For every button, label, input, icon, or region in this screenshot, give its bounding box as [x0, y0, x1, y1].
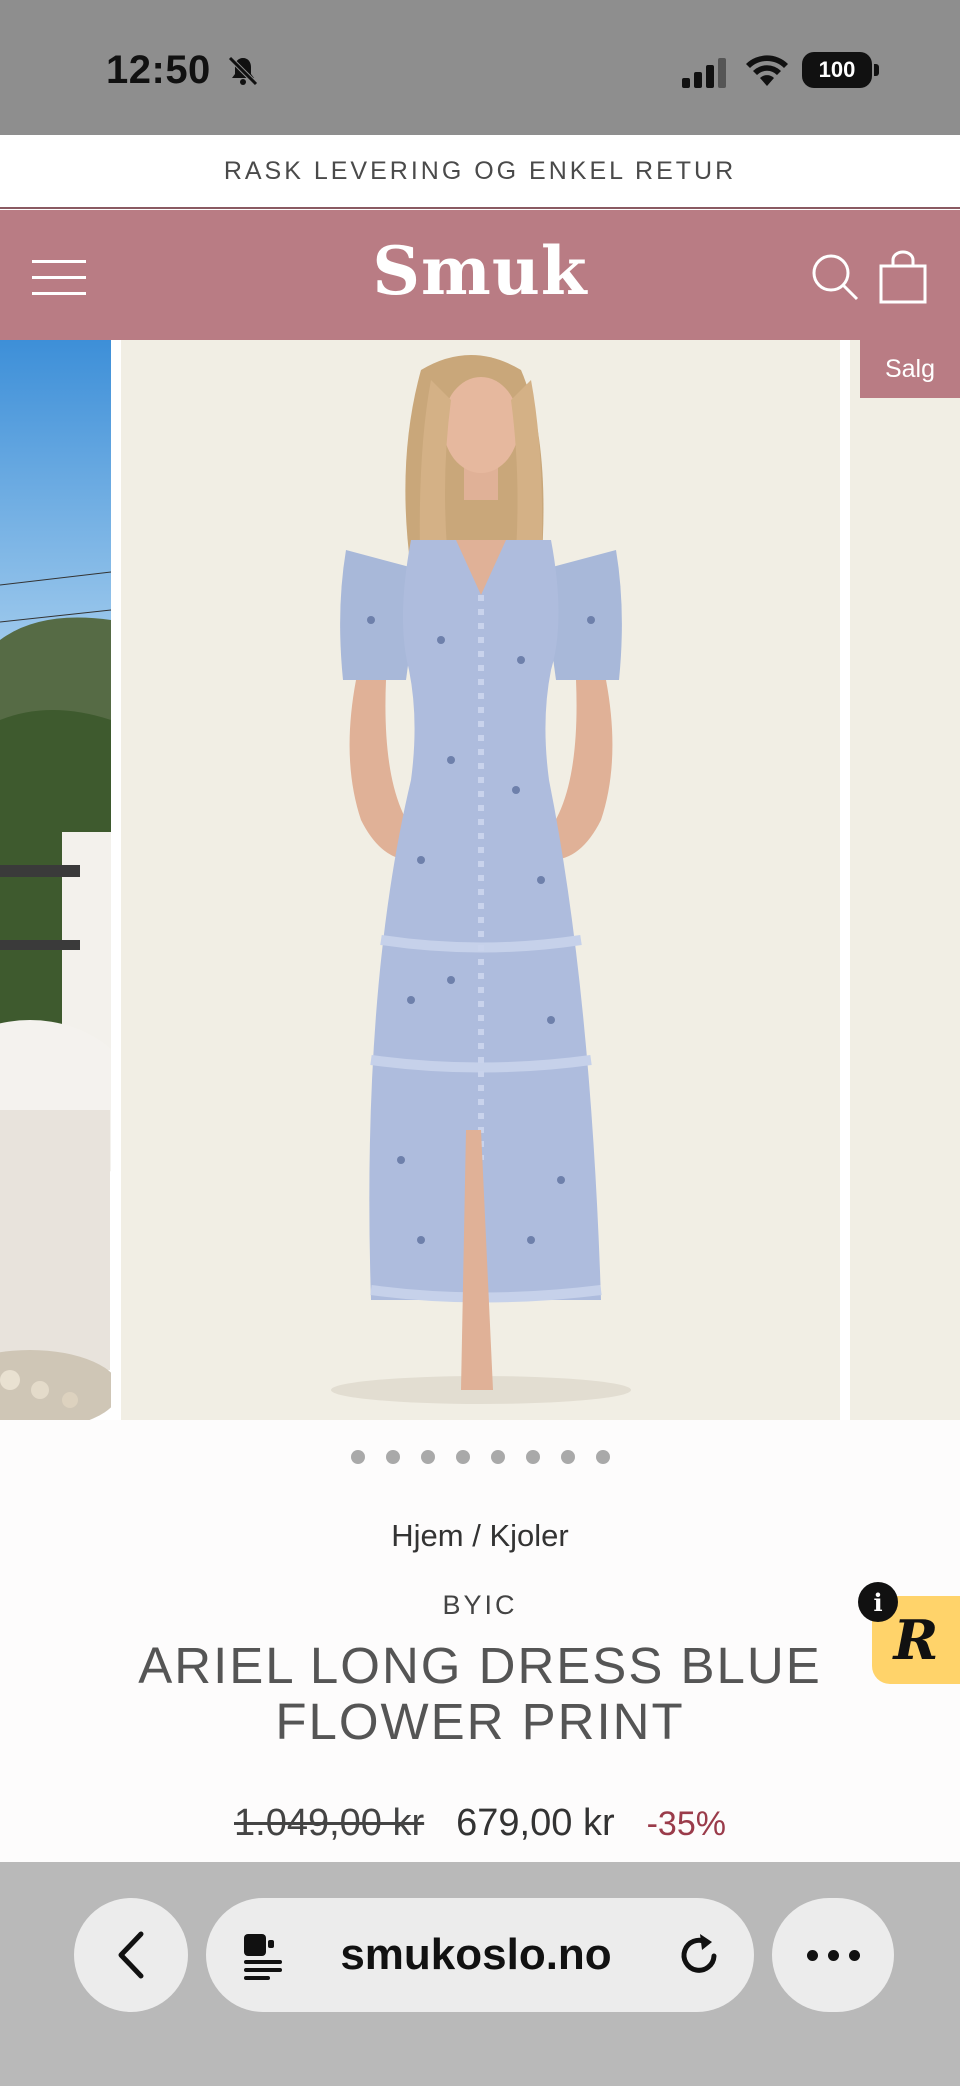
site-header: Smuk — [0, 210, 960, 340]
pagination-dot[interactable] — [490, 1450, 505, 1464]
pagination-dot[interactable] — [560, 1450, 575, 1464]
price-row: 1.049,00 kr 679,00 kr -35% — [0, 1802, 960, 1845]
product-vendor[interactable]: BYIC — [0, 1590, 960, 1621]
address-bar[interactable]: smukoslo.no — [206, 1898, 754, 2012]
gallery-pagination — [0, 1450, 960, 1464]
gallery-slide-active[interactable] — [121, 340, 937, 1420]
discount-label: -35% — [646, 1805, 726, 1843]
outdoor-photo — [0, 340, 111, 1420]
pagination-dot[interactable] — [595, 1450, 610, 1464]
sale-price: 679,00 kr — [456, 1802, 615, 1844]
chevron-left-icon — [118, 1931, 144, 1979]
status-time: 12:50 — [106, 48, 211, 92]
announcement-bar: RASK LEVERING OG ENKEL RETUR — [0, 135, 960, 209]
browser-back-button[interactable] — [74, 1898, 188, 2012]
bell-muted-icon — [228, 56, 258, 86]
status-bar: 12:50 100 — [0, 0, 960, 135]
pagination-dot[interactable] — [455, 1450, 470, 1464]
more-dot — [806, 1949, 818, 1961]
pagination-dot[interactable] — [385, 1450, 400, 1464]
original-price: 1.049,00 kr — [234, 1802, 425, 1844]
gallery-slide-next[interactable] — [850, 340, 960, 1420]
reload-icon[interactable] — [676, 1930, 724, 1980]
product-photo — [331, 355, 631, 1404]
cellular-signal-icon — [682, 58, 726, 88]
more-dot — [848, 1949, 860, 1961]
pagination-dot[interactable] — [420, 1450, 435, 1464]
wifi-icon — [746, 55, 788, 86]
shopping-bag-icon[interactable] — [878, 250, 928, 304]
info-icon[interactable]: i — [858, 1582, 898, 1622]
pagination-dot[interactable] — [525, 1450, 540, 1464]
search-icon[interactable] — [810, 252, 860, 302]
url-text[interactable]: smukoslo.no — [306, 1898, 646, 2012]
page-menu-icon[interactable] — [240, 1930, 286, 1980]
battery-indicator: 100 — [802, 52, 879, 88]
breadcrumb[interactable]: Hjem / Kjoler — [0, 1518, 960, 1554]
sale-badge: Salg — [860, 340, 960, 398]
browser-toolbar: smukoslo.no — [0, 1862, 960, 2086]
product-gallery[interactable]: Salg — [0, 340, 960, 1420]
more-dot — [827, 1949, 839, 1961]
more-options-button[interactable] — [772, 1898, 894, 2012]
site-logo[interactable]: Smuk — [330, 232, 630, 310]
hamburger-menu-icon[interactable] — [32, 258, 86, 296]
rebuy-logo-icon: R — [893, 1608, 939, 1672]
gallery-slide-previous[interactable] — [0, 340, 111, 1420]
pagination-dot[interactable] — [350, 1450, 365, 1464]
product-title: ARIEL LONG DRESS BLUE FLOWER PRINT — [138, 1637, 822, 1750]
